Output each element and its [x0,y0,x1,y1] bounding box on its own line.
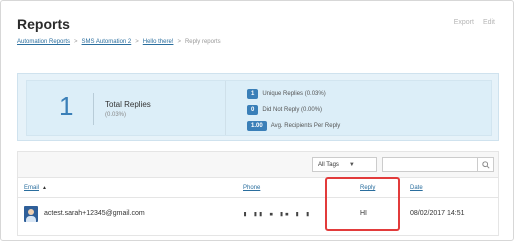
column-header-date[interactable]: Date [410,185,423,191]
column-header-reply[interactable]: Reply [360,185,375,191]
row-email: actest.sarah+12345@gmail.com [44,210,145,217]
replies-table: All Tags ▼ Email ▲ Phone Reply Date acte… [17,151,499,236]
metric-label: Avg. Recipients Per Reply [270,123,341,129]
metric-avg-recipients: 1.00 Avg. Recipients Per Reply [247,121,340,131]
metric-badge: 0 [247,105,259,115]
metric-badge: 1.00 [247,121,267,131]
total-replies-value: 1 [59,91,74,121]
search-icon [481,160,490,169]
metric-label: Did Not Reply (0.00%) [262,107,323,113]
divider [93,93,94,125]
table-header: Email ▲ Phone Reply Date [18,178,498,198]
table-row[interactable]: actest.sarah+12345@gmail.com ▮ ▮▮ ▪ ▮▪ ▮… [18,198,498,235]
table-toolbar: All Tags ▼ [18,152,498,178]
reports-panel: Reports Export Edit Automation Reports >… [0,0,514,241]
page-title: Reports [17,16,70,32]
breadcrumb-separator: > [135,39,139,45]
top-actions: Export Edit [454,19,495,26]
breadcrumb-current: Reply reports [184,39,221,45]
breadcrumb: Automation Reports > SMS Automation 2 > … [17,39,221,45]
total-replies-label: Total Replies [105,100,151,109]
breadcrumb-automation-reports[interactable]: Automation Reports [17,39,70,45]
search-button[interactable] [477,158,493,171]
avatar [24,206,38,222]
export-button[interactable]: Export [454,19,474,26]
tags-filter-value: All Tags [318,161,339,168]
breadcrumb-separator: > [177,39,181,45]
row-reply: HI [360,210,367,217]
breadcrumb-hello-there[interactable]: Hello there! [143,39,174,45]
breadcrumb-sms-automation[interactable]: SMS Automation 2 [82,39,132,45]
column-header-email[interactable]: Email ▲ [24,185,47,191]
breadcrumb-separator: > [74,39,78,45]
metric-did-not-reply: 0 Did Not Reply (0.00%) [247,105,322,115]
metric-label: Unique Replies (0.03%) [262,91,326,97]
row-phone: ▮ ▮▮ ▪ ▮▪ ▮ ▮ [243,210,311,218]
divider [225,81,226,135]
stats-card: 1 Total Replies (0.03%) 1 Unique Replies… [17,73,499,141]
row-date: 08/02/2017 14:51 [410,210,465,217]
edit-button[interactable]: Edit [483,19,495,26]
search-input[interactable] [382,157,494,172]
sort-asc-icon: ▲ [42,185,47,191]
stats-inner: 1 Total Replies (0.03%) 1 Unique Replies… [26,80,492,136]
metric-unique-replies: 1 Unique Replies (0.03%) [247,89,326,99]
caret-down-icon: ▼ [348,161,355,168]
metric-badge: 1 [247,89,259,99]
column-header-phone[interactable]: Phone [243,185,260,191]
tags-filter-select[interactable]: All Tags ▼ [312,157,377,172]
total-replies-percent: (0.03%) [105,112,127,118]
